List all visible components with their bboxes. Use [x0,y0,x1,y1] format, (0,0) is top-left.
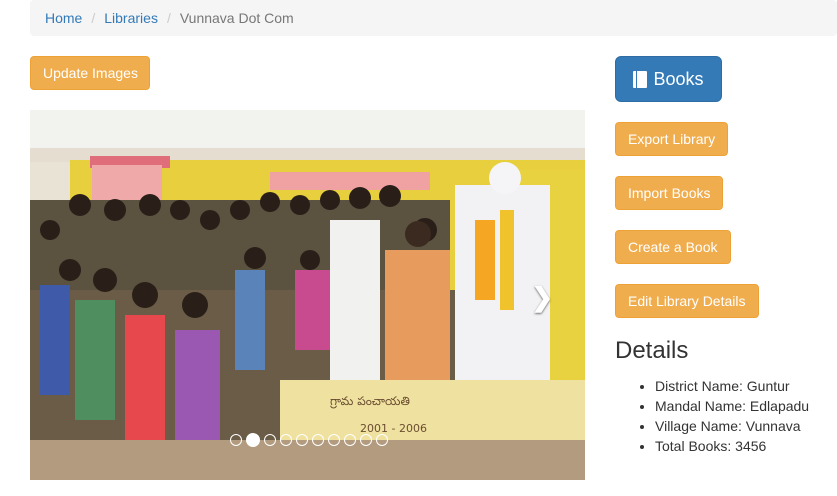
breadcrumb-libraries-link[interactable]: Libraries [104,10,158,26]
carousel-photo: గ్రామ పంచాయతి 2001 - 2006 [30,110,585,480]
carousel-indicator-active[interactable] [246,433,260,447]
book-icon [633,70,648,88]
breadcrumb-current: Vunnava Dot Com [179,10,294,26]
carousel-indicator[interactable] [376,434,388,446]
carousel-indicators [230,433,388,447]
edit-library-details-button[interactable]: Edit Library Details [615,284,759,318]
details-list: District Name: Guntur Mandal Name: Edlap… [655,376,809,456]
breadcrumb-separator: / [166,10,171,26]
books-button-label: Books [653,68,704,89]
create-book-button[interactable]: Create a Book [615,230,731,264]
carousel-indicator[interactable] [328,434,340,446]
carousel-indicator[interactable] [296,434,308,446]
district-name: District Name: Guntur [655,376,809,396]
village-name: Village Name: Vunnava [655,416,809,436]
export-library-button[interactable]: Export Library [615,122,729,156]
carousel-indicator[interactable] [312,434,324,446]
total-books: Total Books: 3456 [655,436,809,456]
breadcrumb: Home / Libraries / Vunnava Dot Com [30,0,837,36]
carousel-indicator[interactable] [280,434,292,446]
import-books-button[interactable]: Import Books [615,176,724,210]
update-images-button[interactable]: Update Images [30,56,150,90]
carousel-indicator[interactable] [360,434,372,446]
image-carousel: గ్రామ పంచాయతి 2001 - 2006 ❯ [30,110,585,480]
carousel-indicator[interactable] [230,434,242,446]
breadcrumb-home-link[interactable]: Home [45,10,82,26]
plaque-text: గ్రామ పంచాయతి [330,394,410,409]
carousel-indicator[interactable] [344,434,356,446]
details-heading: Details [615,337,689,364]
carousel-indicator[interactable] [264,434,276,446]
chevron-right-icon[interactable]: ❯ [531,282,553,313]
breadcrumb-separator: / [91,10,96,26]
books-button[interactable]: Books [615,56,722,102]
mandal-name: Mandal Name: Edlapadu [655,396,809,416]
